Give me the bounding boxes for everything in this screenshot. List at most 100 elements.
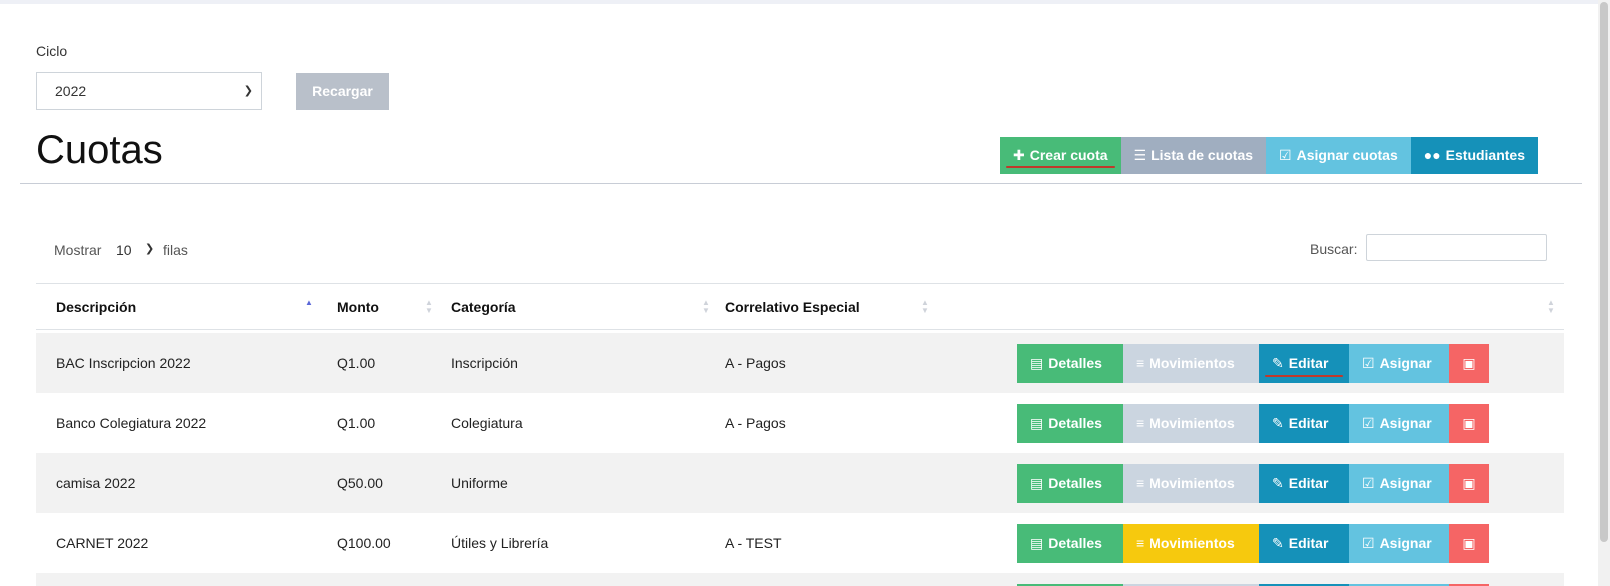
assign-button[interactable]: ☑ Asignar — [1349, 524, 1449, 563]
details-button[interactable]: ▤ Detalles — [1017, 344, 1123, 383]
column-header-categoria[interactable]: Categoría — [451, 284, 516, 331]
movements-button[interactable]: ≡ Movimientos — [1123, 524, 1259, 563]
check-square-icon: ☑ — [1362, 475, 1375, 491]
chevron-down-icon: ❯ — [243, 85, 253, 97]
receipt-icon: ≡ — [1136, 535, 1145, 551]
cell-categoria: Útiles y Librería — [451, 535, 549, 551]
sort-icon: ▲ ▼ — [702, 298, 710, 315]
check-square-icon: ☑ — [1362, 535, 1375, 551]
cell-monto: Q100.00 — [337, 535, 391, 551]
fee-list-button[interactable]: ☰ Lista de cuotas — [1120, 137, 1267, 174]
cell-monto: Q50.00 — [337, 475, 383, 491]
receipt-icon: ≡ — [1136, 475, 1145, 491]
sort-icon: ▲ ▼ — [425, 298, 433, 315]
trash-icon: ▣ — [1462, 355, 1476, 371]
edit-label: Editar — [1288, 535, 1329, 551]
cell-categoria: Colegiatura — [451, 415, 523, 431]
edit-button[interactable]: ✎ Editar — [1259, 524, 1349, 563]
create-fee-label: Crear cuota — [1029, 147, 1108, 163]
page-length-select[interactable]: 10 — [116, 242, 132, 258]
reload-button[interactable]: Recargar — [296, 73, 389, 110]
search-input[interactable] — [1366, 234, 1547, 261]
edit-label: Editar — [1288, 355, 1329, 371]
list-icon: ☰ — [1133, 147, 1147, 163]
movements-button[interactable]: ≡ Movimientos — [1123, 344, 1259, 383]
search-label: Buscar: — [1310, 241, 1358, 257]
details-label: Detalles — [1048, 415, 1102, 431]
spellcheck-underline — [1006, 166, 1115, 168]
edit-icon: ✎ — [1272, 415, 1284, 431]
users-icon: ●● — [1423, 147, 1441, 163]
delete-button[interactable]: ▣ — [1449, 524, 1489, 563]
main-panel: Ciclo 2022 ❯ Recargar Cuotas ✚ Crear cuot… — [0, 4, 1598, 586]
details-button[interactable]: ▤ Detalles — [1017, 524, 1123, 563]
fee-list-label: Lista de cuotas — [1151, 147, 1254, 163]
edit-icon: ✎ — [1272, 355, 1284, 371]
edit-button[interactable]: ✎ Editar — [1259, 344, 1349, 383]
table-row: camisa 2022 Q50.00 Uniforme ▤ Detalles ≡ M… — [36, 453, 1564, 513]
details-label: Detalles — [1048, 355, 1102, 371]
assign-label: Asignar — [1379, 535, 1432, 551]
cell-correlativo: A - Pagos — [725, 415, 786, 431]
card-icon: ▤ — [1030, 475, 1044, 491]
cell-categoria: Inscripción — [451, 355, 518, 371]
cell-categoria: Uniforme — [451, 475, 508, 491]
students-button[interactable]: ●● Estudiantes — [1410, 137, 1539, 174]
trash-icon: ▣ — [1462, 535, 1476, 551]
page-title: Cuotas — [36, 128, 163, 172]
assign-button[interactable]: ☑ Asignar — [1349, 464, 1449, 503]
cell-descripcion: Banco Colegiatura 2022 — [56, 415, 207, 431]
movements-button[interactable]: ≡ Movimientos — [1123, 404, 1259, 443]
assign-label: Asignar — [1379, 415, 1432, 431]
assign-fees-button[interactable]: ☑ Asignar cuotas — [1266, 137, 1411, 174]
row-actions: ▤ Detalles ≡ Movimientos ✎ Editar ☑ Asignar … — [1017, 344, 1489, 383]
header-toolbar: ✚ Crear cuota ☰ Lista de cuotas ☑ Asignar c… — [1000, 137, 1539, 174]
row-actions: ▤ Detalles ≡ Movimientos ✎ Editar ☑ Asignar … — [1017, 524, 1489, 563]
sort-icon: ▲ ▼ — [1547, 298, 1555, 315]
receipt-icon: ≡ — [1136, 355, 1145, 371]
trash-icon: ▣ — [1462, 415, 1476, 431]
movements-label: Movimientos — [1149, 355, 1235, 371]
edit-icon: ✎ — [1272, 475, 1284, 491]
spellcheck-underline — [1265, 375, 1343, 377]
delete-button[interactable]: ▣ — [1449, 464, 1489, 503]
movements-label: Movimientos — [1149, 535, 1235, 551]
delete-button[interactable]: ▣ — [1449, 404, 1489, 443]
row-actions: ▤ Detalles ≡ Movimientos ✎ Editar ☑ Asignar … — [1017, 464, 1489, 503]
receipt-icon: ≡ — [1136, 415, 1145, 431]
assign-button[interactable]: ☑ Asignar — [1349, 404, 1449, 443]
details-button[interactable]: ▤ Detalles — [1017, 404, 1123, 443]
cell-correlativo: A - TEST — [725, 535, 782, 551]
table-row — [36, 573, 1564, 586]
sort-icon: ▲ ▼ — [921, 298, 929, 315]
ciclo-select[interactable]: 2022 ❯ — [36, 72, 262, 110]
scrollbar-thumb[interactable] — [1600, 2, 1608, 542]
edit-button[interactable]: ✎ Editar — [1259, 464, 1349, 503]
details-label: Detalles — [1048, 475, 1102, 491]
ciclo-label: Ciclo — [36, 43, 68, 59]
edit-label: Editar — [1288, 475, 1329, 491]
column-header-monto[interactable]: Monto — [337, 284, 379, 331]
card-icon: ▤ — [1030, 415, 1044, 431]
details-label: Detalles — [1048, 535, 1102, 551]
create-fee-button[interactable]: ✚ Crear cuota — [1000, 137, 1121, 174]
scrollbar[interactable] — [1598, 0, 1610, 586]
edit-icon: ✎ — [1272, 535, 1284, 551]
assign-button[interactable]: ☑ Asignar — [1349, 344, 1449, 383]
card-icon: ▤ — [1030, 535, 1044, 551]
cell-descripcion: BAC Inscripcion 2022 — [56, 355, 191, 371]
check-square-icon: ☑ — [1279, 147, 1292, 163]
column-header-correlativo[interactable]: Correlativo Especial — [725, 284, 860, 331]
column-header-descripcion[interactable]: Descripción — [56, 284, 136, 331]
assign-label: Asignar — [1379, 475, 1432, 491]
check-square-icon: ☑ — [1362, 355, 1375, 371]
plus-icon: ✚ — [1013, 147, 1025, 163]
movements-label: Movimientos — [1149, 475, 1235, 491]
delete-button[interactable]: ▣ — [1449, 344, 1489, 383]
edit-button[interactable]: ✎ Editar — [1259, 404, 1349, 443]
sort-asc-icon: ▲ — [305, 298, 313, 307]
details-button[interactable]: ▤ Detalles — [1017, 464, 1123, 503]
assign-label: Asignar — [1379, 355, 1432, 371]
table-row: Banco Colegiatura 2022 Q1.00 Colegiatura… — [36, 393, 1564, 453]
movements-button[interactable]: ≡ Movimientos — [1123, 464, 1259, 503]
